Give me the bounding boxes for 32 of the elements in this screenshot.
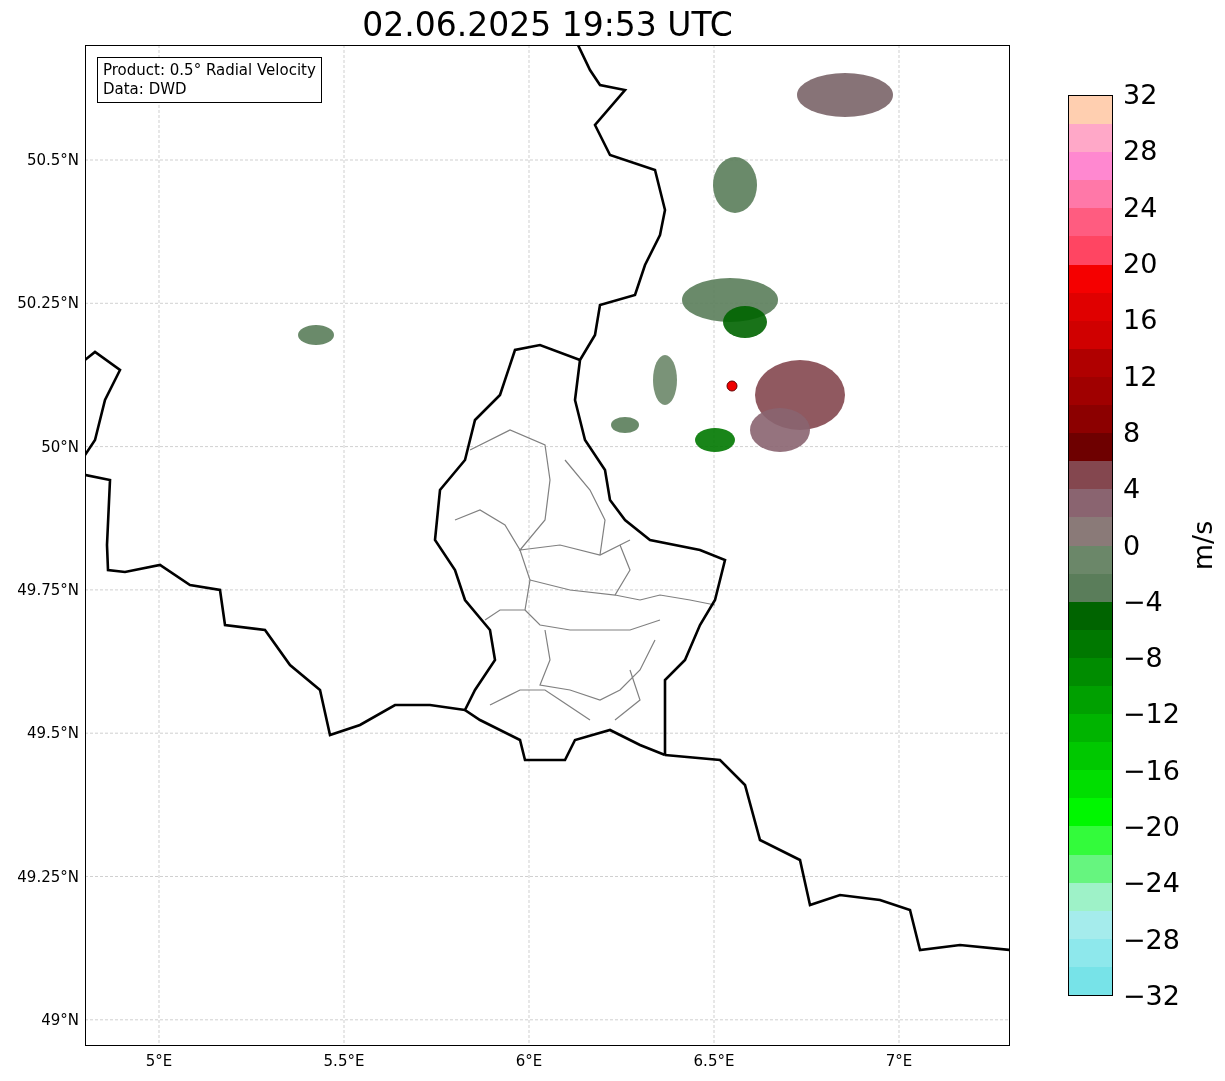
latitude-tick-label: 49.5°N — [26, 724, 79, 743]
colorbar-tick-label: −28 — [1123, 924, 1180, 955]
longitude-tick-label: 6.5°E — [693, 1052, 735, 1070]
latitude-tick-label: 50.25°N — [17, 294, 79, 313]
colorbar-tick-label: −12 — [1123, 699, 1180, 730]
latitude-tick-label: 50°N — [41, 437, 79, 456]
colorbar-tick-label: −8 — [1123, 643, 1163, 674]
longitude-tick-label: 5.5°E — [323, 1052, 365, 1070]
longitude-tick-label: 7°E — [885, 1052, 913, 1070]
latitude-tick-label: 49°N — [41, 1010, 79, 1029]
colorbar-tick-label: 12 — [1123, 361, 1158, 392]
longitude-tick-label: 6°E — [515, 1052, 543, 1070]
colorbar-tick-label: 0 — [1123, 530, 1141, 561]
plot-title: 02.06.2025 19:53 UTC — [362, 5, 733, 45]
info-box: Product: 0.5° Radial Velocity Data: DWD — [97, 57, 322, 103]
colorbar-tick-label: 32 — [1123, 80, 1158, 110]
latitude-tick-label: 49.75°N — [17, 580, 79, 599]
colorbar-tick-label: 16 — [1123, 305, 1158, 336]
colorbar-label: m/s — [1187, 520, 1219, 571]
colorbar-tick-label: 4 — [1123, 474, 1141, 505]
colorbar-tick-label: −20 — [1123, 812, 1180, 843]
latitude-tick-label: 50.5°N — [26, 151, 79, 169]
colorbar-tick-label: −24 — [1123, 868, 1180, 899]
colorbar-tick-label: −4 — [1123, 586, 1163, 617]
latitude-tick-label: 49.25°N — [17, 867, 79, 886]
colorbar-tick-label: 24 — [1123, 192, 1158, 223]
colorbar-tick-label: 28 — [1123, 136, 1158, 167]
colorbar-tick-label: 8 — [1123, 417, 1141, 448]
longitude-tick-label: 5°E — [145, 1052, 173, 1070]
colorbar-tick-label: −16 — [1123, 755, 1180, 786]
colorbar-tick-label: −32 — [1123, 981, 1180, 1011]
colorbar-tick-label: 20 — [1123, 248, 1158, 279]
